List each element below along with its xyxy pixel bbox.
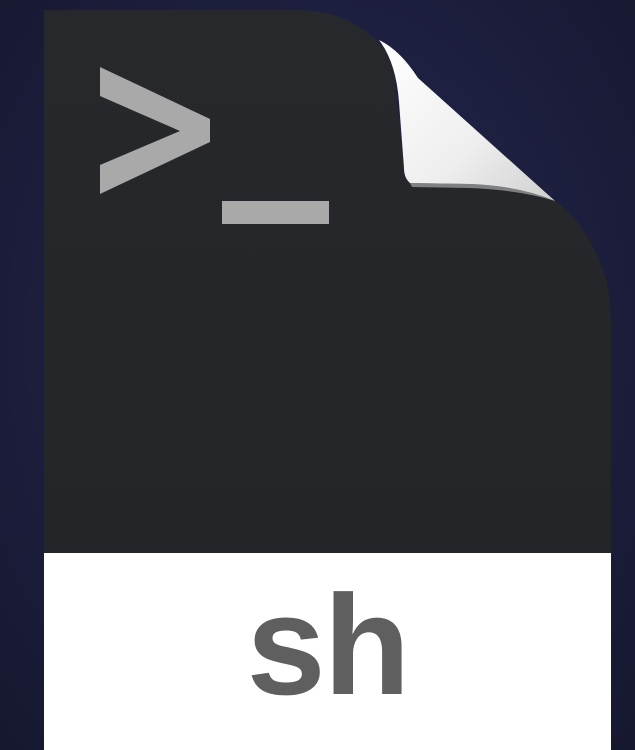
file-extension-label: sh	[246, 565, 411, 725]
underscore-glyph	[222, 201, 329, 224]
chevron-right-icon	[100, 67, 210, 194]
extension-band: sh	[44, 553, 611, 750]
shell-script-file-icon: sh	[0, 0, 635, 750]
